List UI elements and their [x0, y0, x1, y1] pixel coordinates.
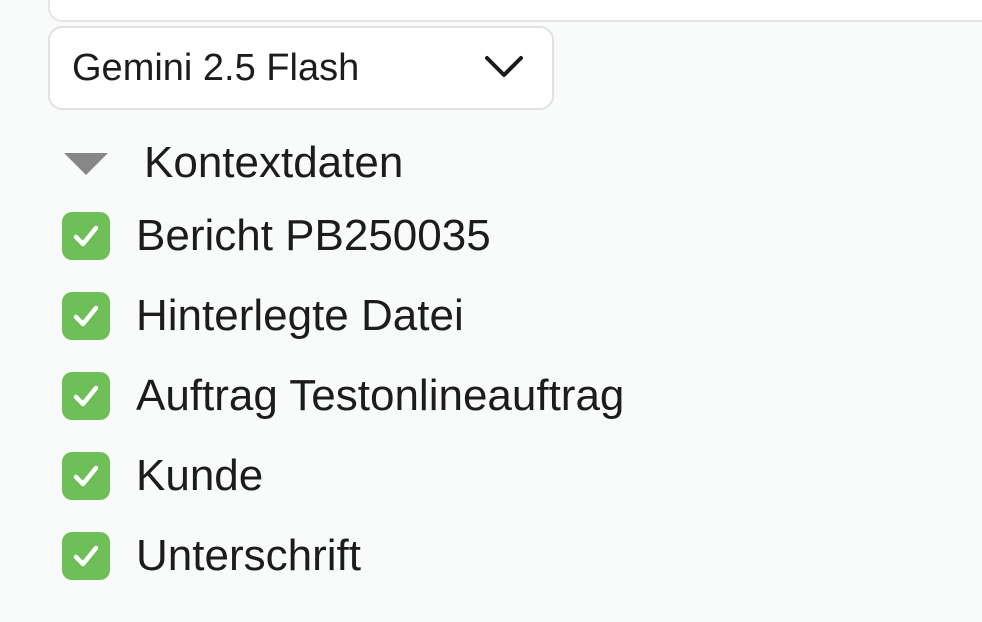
- checkmark-icon: [73, 305, 99, 327]
- context-item: Kunde: [62, 436, 624, 516]
- context-item: Hinterlegte Datei: [62, 276, 624, 356]
- checkbox[interactable]: [62, 292, 110, 340]
- checkmark-icon: [73, 465, 99, 487]
- disclosure-triangle-icon: [64, 153, 108, 175]
- context-item: Auftrag Testonlineauftrag: [62, 356, 624, 436]
- prompt-input[interactable]: [48, 0, 982, 22]
- context-item: Bericht PB250035: [62, 196, 624, 276]
- checkmark-icon: [73, 545, 99, 567]
- context-item-label: Auftrag Testonlineauftrag: [136, 371, 625, 420]
- checkbox[interactable]: [62, 532, 110, 580]
- context-item-label: Kunde: [136, 451, 264, 500]
- checkbox[interactable]: [62, 452, 110, 500]
- context-item-label: Bericht PB250035: [136, 211, 491, 260]
- section-title: Kontextdaten: [144, 138, 404, 187]
- context-section-toggle[interactable]: Kontextdaten: [64, 135, 403, 191]
- checkbox[interactable]: [62, 372, 110, 420]
- checkmark-icon: [73, 385, 99, 407]
- context-item: Unterschrift: [62, 516, 624, 596]
- context-item-label: Hinterlegte Datei: [136, 291, 464, 340]
- chevron-down-icon: [484, 48, 524, 88]
- model-select[interactable]: Gemini 2.5 Flash: [48, 26, 554, 110]
- model-select-value: Gemini 2.5 Flash: [72, 47, 360, 89]
- context-items-list: Bericht PB250035 Hinterlegte Datei Auftr…: [62, 196, 624, 596]
- context-item-label: Unterschrift: [136, 531, 361, 580]
- checkbox[interactable]: [62, 212, 110, 260]
- checkmark-icon: [73, 225, 99, 247]
